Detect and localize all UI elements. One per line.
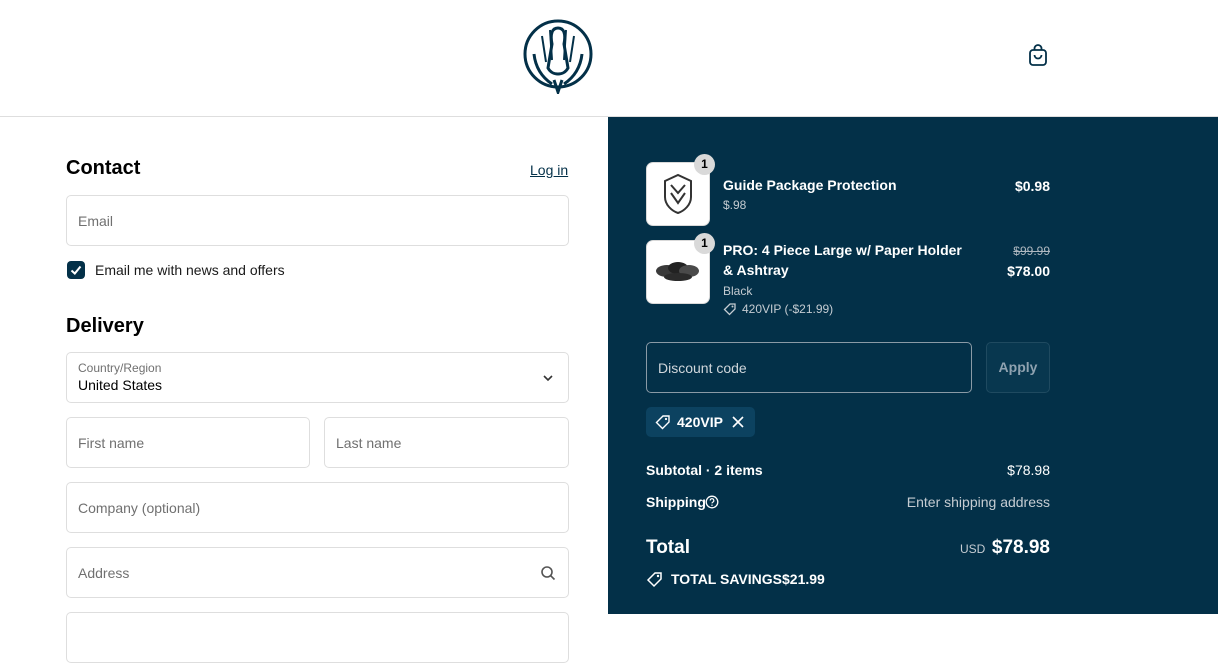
total-savings-value: $21.99 [782,571,825,587]
chevron-down-icon [543,374,553,381]
help-circle-icon[interactable] [705,495,719,509]
newsletter-checkbox[interactable] [67,261,85,279]
product-variant: $.98 [723,198,747,212]
newsletter-label: Email me with news and offers [95,262,285,278]
login-link[interactable]: Log in [530,162,568,178]
apply-button[interactable]: Apply [986,342,1050,393]
product-name: PRO: 4 Piece Large w/ Paper Holder & Ash… [723,242,962,278]
check-icon [70,265,82,275]
tag-icon [723,303,736,316]
original-price: $99.99 [1013,244,1050,258]
delivery-heading: Delivery [66,315,144,337]
first-name-field[interactable]: First name [66,417,310,468]
company-field[interactable]: Company (optional) [66,482,569,533]
contact-heading: Contact [66,157,141,179]
quantity-badge: 1 [694,233,715,254]
shipping-label: Shipping [646,494,706,510]
applied-discount-label: 420VIP (-$21.99) [742,302,834,316]
total-value: $78.98 [991,537,1050,558]
order-summary: 1 Guide Package Protection $.98 $0.98 1 … [608,117,1218,614]
address-field[interactable]: Address [66,547,569,598]
email-field[interactable]: Email [66,195,569,246]
total-label: Total [646,537,690,558]
product-price: $78.00 [1007,263,1050,279]
quantity-badge: 1 [694,154,715,175]
search-icon [541,565,556,580]
close-icon[interactable] [731,415,745,429]
applied-code-chip: 420VIP [646,407,755,437]
tag-icon [655,415,670,430]
product-variant: Black [723,284,753,298]
next-field[interactable] [66,612,569,663]
shopping-bag-icon[interactable] [1026,43,1050,67]
subtotal-value: $78.98 [1007,462,1050,478]
site-header [0,0,1218,117]
last-name-field[interactable]: Last name [324,417,569,468]
shipping-value: Enter shipping address [906,494,1050,510]
savings-tag-icon [646,572,662,588]
bird-logo-icon[interactable] [522,14,594,94]
checkout-form: Contact Log in Email Email me with news … [0,117,608,663]
total-savings-label: TOTAL SAVINGS [671,571,782,587]
subtotal-label: Subtotal · 2 items [646,462,763,478]
product-price: $0.98 [1014,178,1050,194]
discount-code-input[interactable]: Discount code [646,342,972,393]
product-name: Guide Package Protection [723,177,897,193]
country-select[interactable]: Country/Region United States [66,352,569,403]
